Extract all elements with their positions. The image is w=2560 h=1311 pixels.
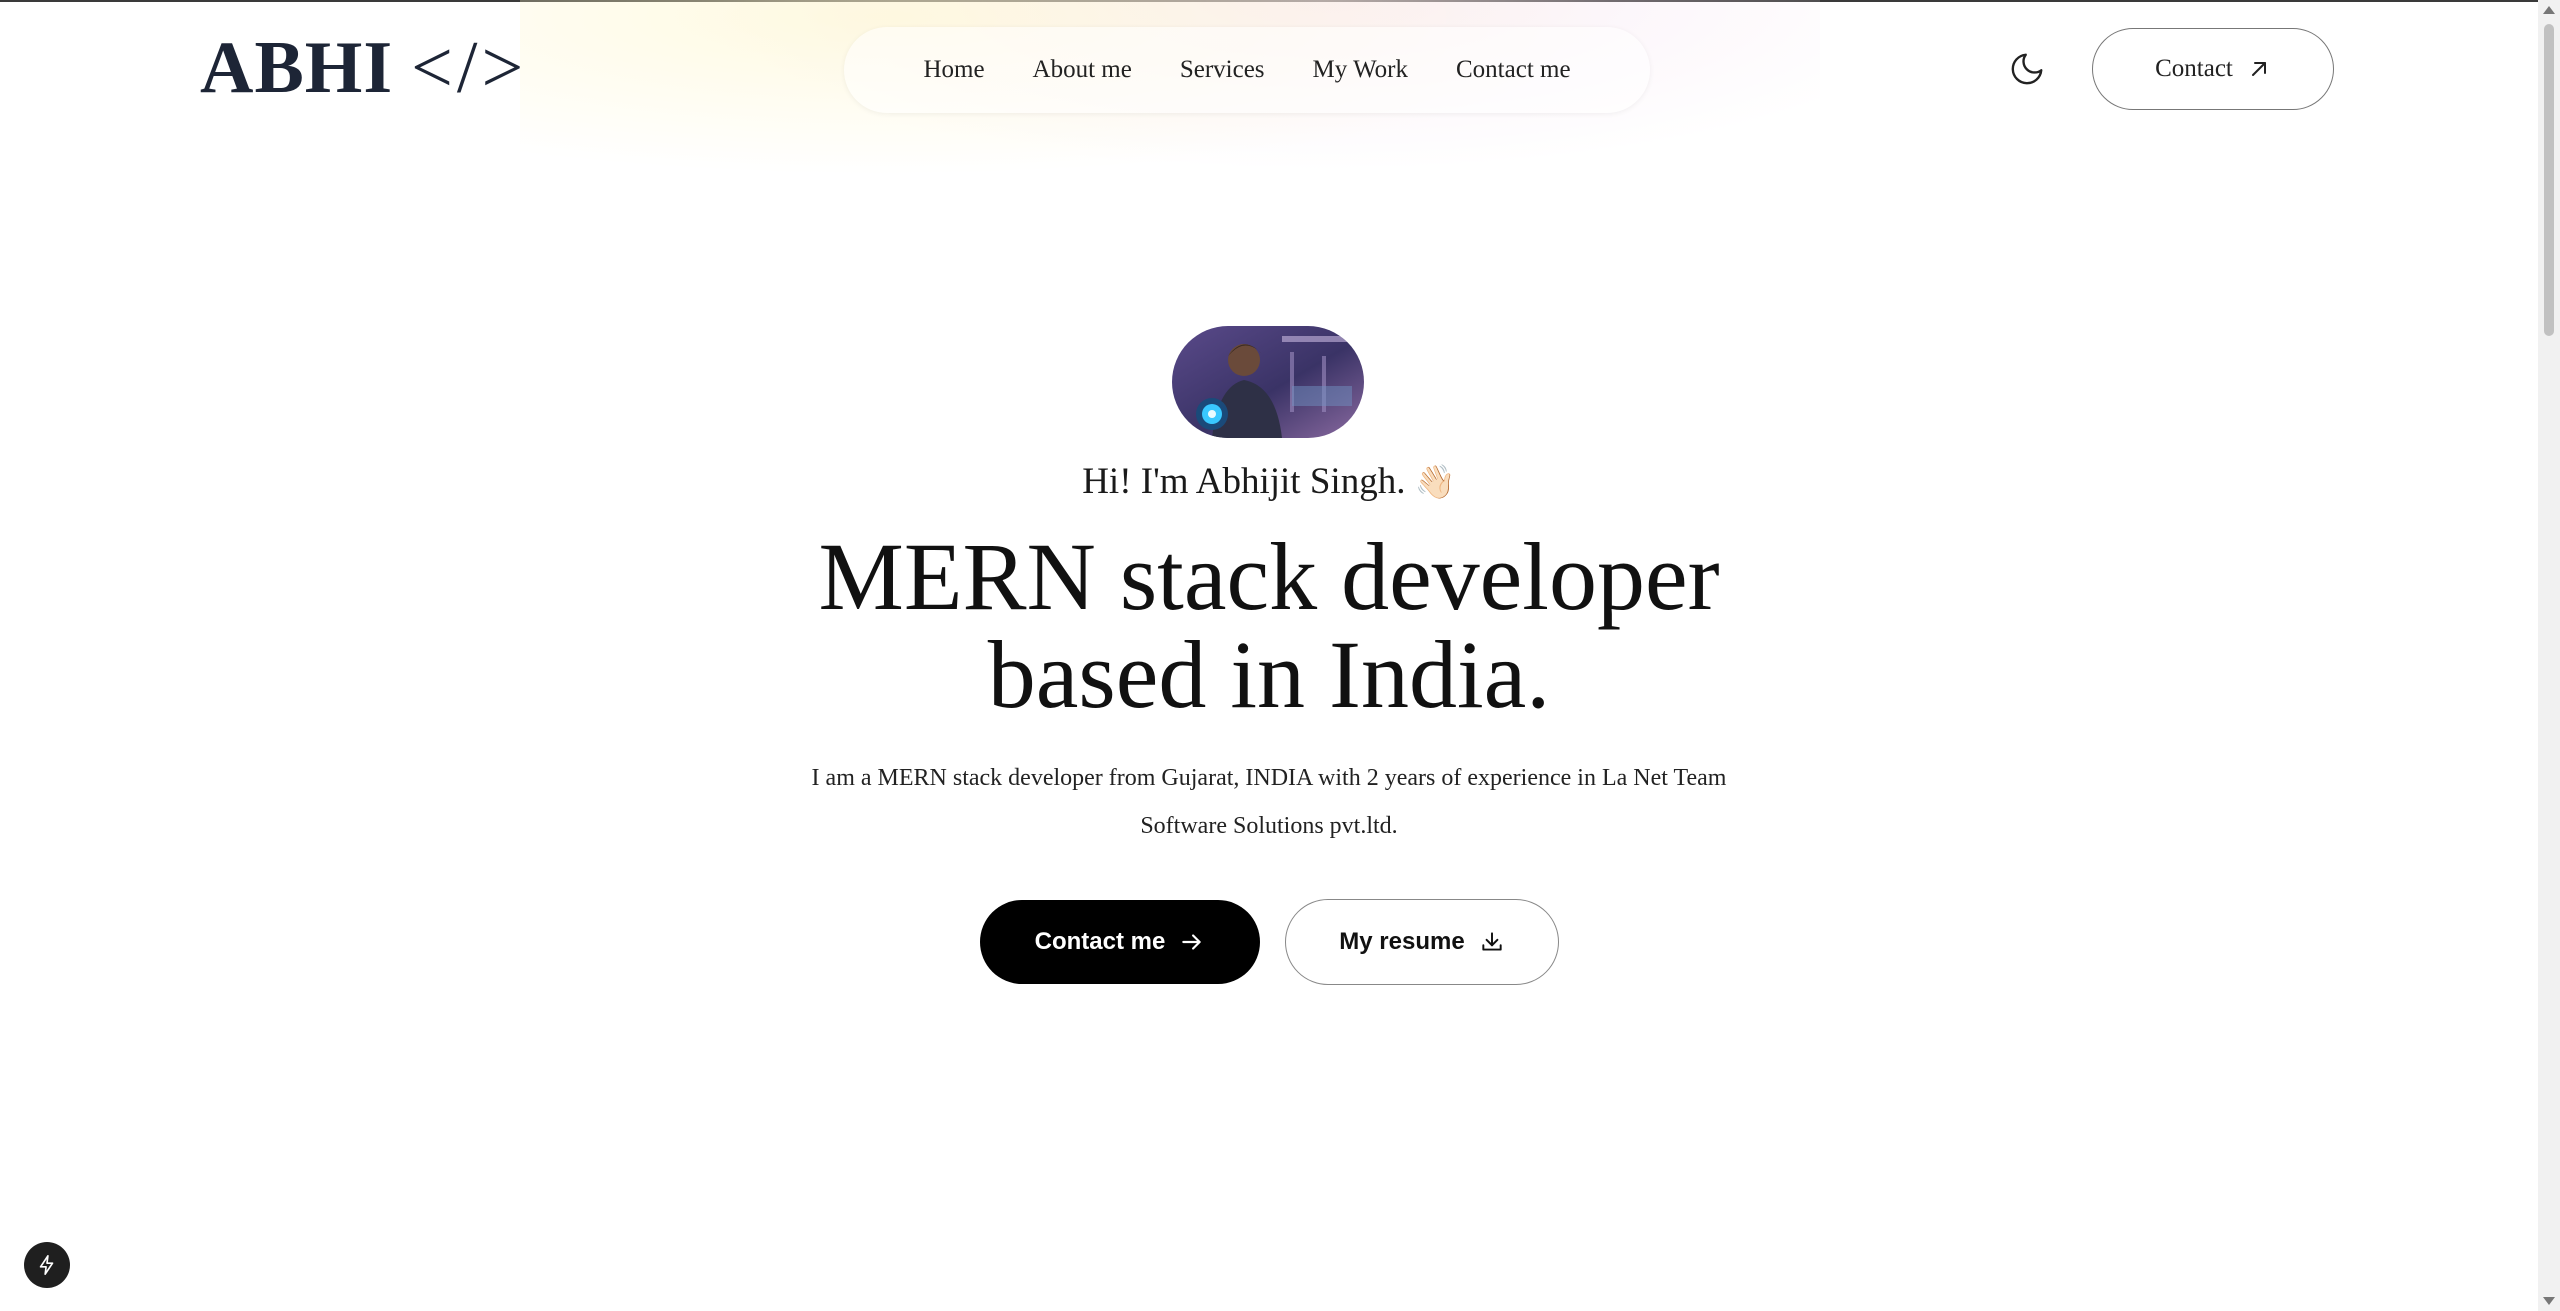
nav-link-home[interactable]: Home bbox=[923, 56, 984, 84]
nav-link-about[interactable]: About me bbox=[1033, 56, 1132, 84]
greeting-text: Hi! I'm Abhijit Singh. bbox=[1082, 461, 1406, 502]
profile-avatar bbox=[1172, 326, 1364, 438]
bio-line-1: I am a MERN stack developer from Gujarat… bbox=[811, 765, 1727, 791]
waving-hand-icon: 👋🏻 bbox=[1414, 462, 1456, 501]
page-scrollbar[interactable] bbox=[2538, 0, 2560, 1311]
brand-logo[interactable]: ABHI </> bbox=[200, 26, 527, 110]
scroll-down-arrow-icon[interactable] bbox=[2543, 1297, 2555, 1305]
arrow-up-right-icon bbox=[2251, 62, 2266, 76]
bio-line-2: Software Solutions pvt.ltd. bbox=[1140, 813, 1398, 839]
arrow-right-icon bbox=[1182, 934, 1202, 950]
devtools-badge[interactable] bbox=[24, 1242, 70, 1288]
contact-me-label: Contact me bbox=[1034, 928, 1166, 955]
scroll-up-arrow-icon[interactable] bbox=[2543, 6, 2555, 14]
nav-link-contact[interactable]: Contact me bbox=[1456, 56, 1571, 84]
my-resume-button[interactable]: My resume bbox=[1285, 899, 1559, 985]
download-icon bbox=[1482, 932, 1502, 951]
scroll-thumb[interactable] bbox=[2544, 24, 2554, 336]
headline-line-2: based in India. bbox=[987, 621, 1551, 728]
headline-line-1: MERN stack developer bbox=[818, 523, 1720, 630]
brand-code-symbol: </> bbox=[411, 27, 528, 109]
window-top-border bbox=[0, 0, 2538, 2]
hero-bio: I am a MERN stack developer from Gujarat… bbox=[764, 754, 1774, 850]
brand-name: ABHI bbox=[200, 27, 394, 109]
hero-greeting: Hi! I'm Abhijit Singh. 👋🏻 bbox=[0, 460, 2538, 503]
header-contact-label: Contact bbox=[2155, 55, 2233, 82]
contact-me-button[interactable]: Contact me bbox=[980, 900, 1260, 984]
my-resume-label: My resume bbox=[1339, 928, 1465, 955]
hero-headline: MERN stack developer based in India. bbox=[0, 528, 2538, 724]
main-nav: Home About me Services My Work Contact m… bbox=[844, 27, 1650, 113]
lightning-icon bbox=[39, 1255, 54, 1275]
nav-link-services[interactable]: Services bbox=[1180, 56, 1265, 84]
theme-toggle-button[interactable] bbox=[2006, 48, 2048, 90]
moon-icon bbox=[2011, 53, 2043, 85]
header-contact-button[interactable]: Contact bbox=[2092, 28, 2334, 110]
nav-link-my-work[interactable]: My Work bbox=[1313, 56, 1408, 84]
